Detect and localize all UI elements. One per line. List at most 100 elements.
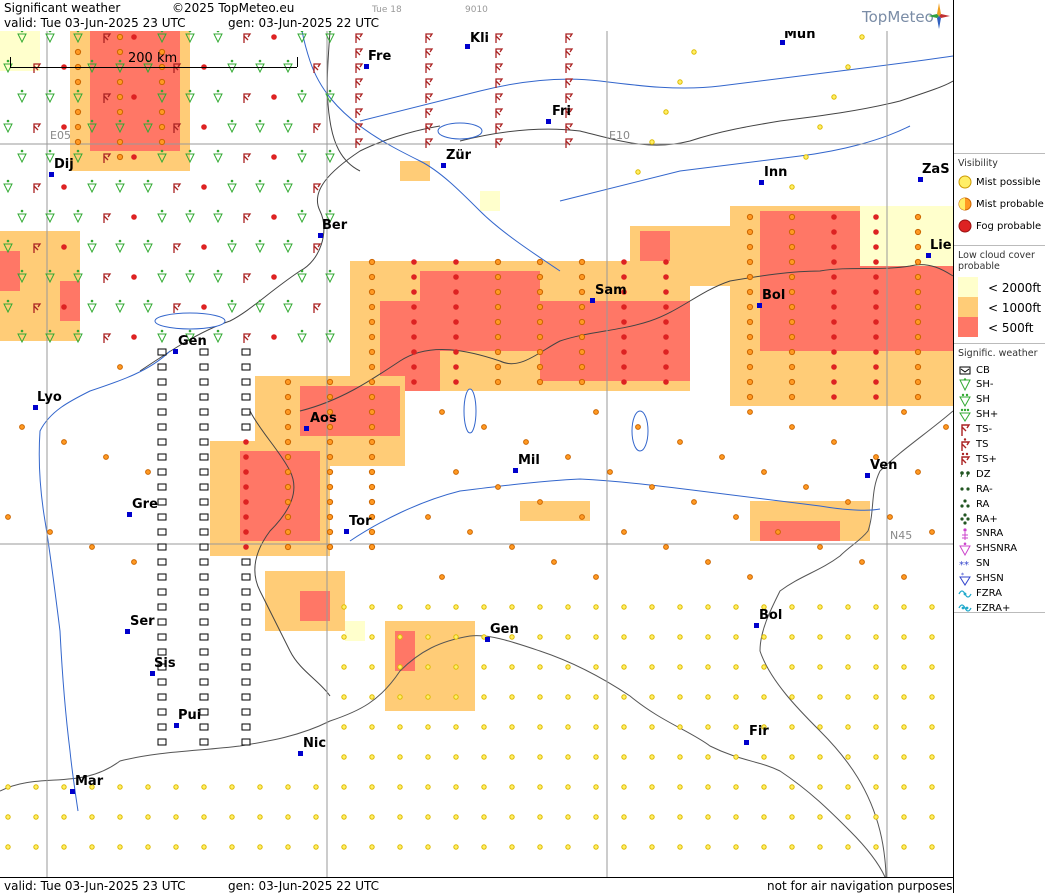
fog-probable-mark	[243, 544, 249, 550]
mist-possible-mark	[509, 784, 515, 790]
mist-possible-mark	[929, 754, 935, 760]
mist-possible-mark	[285, 814, 291, 820]
mist-probable-mark	[368, 528, 376, 536]
cb-mark	[157, 378, 167, 386]
fog-probable-mark	[411, 274, 417, 280]
cb-mark	[157, 693, 167, 701]
shower-mark-dot	[258, 119, 262, 123]
mist-probable-mark	[326, 393, 334, 401]
fog-probable-mark	[453, 364, 459, 370]
fog-probable-mark	[831, 214, 837, 220]
mist-possible-mark	[733, 784, 739, 790]
cb-mark	[241, 618, 251, 626]
cb-mark	[199, 723, 209, 731]
mist-probable-mark	[705, 559, 711, 565]
mist-probable-mark	[89, 544, 95, 550]
mist-probable-mark	[536, 333, 544, 341]
fog-probable-icon	[958, 219, 972, 233]
mist-probable-mark	[788, 243, 796, 251]
coastline-adriatic	[759, 410, 953, 877]
shower-mark	[255, 63, 265, 74]
copyright: ©2025 TopMeteo.eu	[172, 1, 295, 15]
fog-probable-mark	[873, 334, 879, 340]
legend-signif-ts-: TS-	[958, 422, 992, 438]
cb-mark	[199, 348, 209, 356]
mist-possible-mark	[705, 844, 711, 850]
shower-mark	[115, 303, 125, 314]
mist-probable-mark	[74, 108, 82, 116]
mist-probable-mark	[368, 348, 376, 356]
shower-mark-dot	[328, 209, 332, 213]
shower-snow-icon: *	[959, 572, 971, 586]
mist-probable-mark	[116, 153, 124, 161]
shower-mark-dot	[160, 329, 164, 333]
drizzle-icon	[960, 471, 970, 478]
mist-possible-mark	[341, 754, 347, 760]
mist-probable-mark	[116, 48, 124, 56]
shower-mark-dot	[160, 209, 164, 213]
mist-probable-mark	[284, 438, 292, 446]
mist-possible-mark	[397, 634, 403, 640]
shower-mark	[115, 183, 125, 194]
mist-possible-mark	[649, 814, 655, 820]
mist-probable-mark	[914, 273, 922, 281]
mist-probable-mark	[116, 108, 124, 116]
shower-mark-dot	[230, 239, 234, 243]
shower-mark-dot	[328, 269, 332, 273]
fog-probable-mark	[271, 94, 277, 100]
shower-mark	[283, 123, 293, 134]
mist-possible-mark	[649, 784, 655, 790]
shower-mark	[3, 183, 13, 194]
cb-mark	[157, 558, 167, 566]
shower-mark	[297, 273, 307, 284]
mist-probable-mark	[746, 243, 754, 251]
mist-possible-mark	[817, 814, 823, 820]
mist-probable-mark	[536, 258, 544, 266]
low-cloud-nw-core	[90, 31, 180, 151]
fog-probable-mark	[271, 274, 277, 280]
mist-probable-mark	[368, 378, 376, 386]
cb-mark	[199, 468, 209, 476]
mist-possible-mark	[369, 844, 375, 850]
shower-mark-dot	[286, 119, 290, 123]
thunder-mark	[355, 78, 364, 88]
mist-probable-mark	[439, 574, 445, 580]
shower-mark-dot	[216, 329, 220, 333]
mist-probable-mark	[914, 378, 922, 386]
mist-possible-mark	[201, 814, 207, 820]
lake-maggiore	[463, 388, 477, 434]
shower-mark-dot	[146, 119, 150, 123]
fog-probable-mark	[243, 484, 249, 490]
shower-mark	[87, 303, 97, 314]
mist-possible-mark	[845, 784, 851, 790]
mist-probable-mark	[788, 318, 796, 326]
mist-probable-mark	[523, 439, 529, 445]
legend-mist-probable: Mist probable	[958, 196, 1044, 212]
mist-possible-mark	[733, 724, 739, 730]
fog-probable-mark	[411, 304, 417, 310]
legend-low-2000: < 2000ft	[988, 281, 1042, 295]
mist-probable-icon	[958, 197, 972, 211]
fog-probable-mark	[201, 184, 207, 190]
mist-possible-mark	[565, 784, 571, 790]
shower-mark-dot	[286, 179, 290, 183]
mist-probable-mark	[914, 348, 922, 356]
mist-probable-mark	[158, 78, 166, 86]
mist-probable-mark	[509, 544, 515, 550]
mist-probable-mark	[537, 499, 543, 505]
shower-mark	[213, 273, 223, 284]
mist-probable-mark	[746, 213, 754, 221]
cb-mark	[199, 438, 209, 446]
mist-possible-mark	[369, 814, 375, 820]
mist-probable-mark	[368, 468, 376, 476]
thunder-mark	[103, 273, 112, 283]
shower-mark-dot	[20, 149, 24, 153]
mist-possible-mark	[817, 694, 823, 700]
mist-probable-mark	[494, 258, 502, 266]
mist-probable-mark	[494, 348, 502, 356]
mist-possible-mark	[257, 814, 263, 820]
fog-probable-mark	[131, 94, 137, 100]
mist-possible-mark	[789, 184, 795, 190]
mist-possible-mark	[453, 814, 459, 820]
cb-mark	[157, 363, 167, 371]
